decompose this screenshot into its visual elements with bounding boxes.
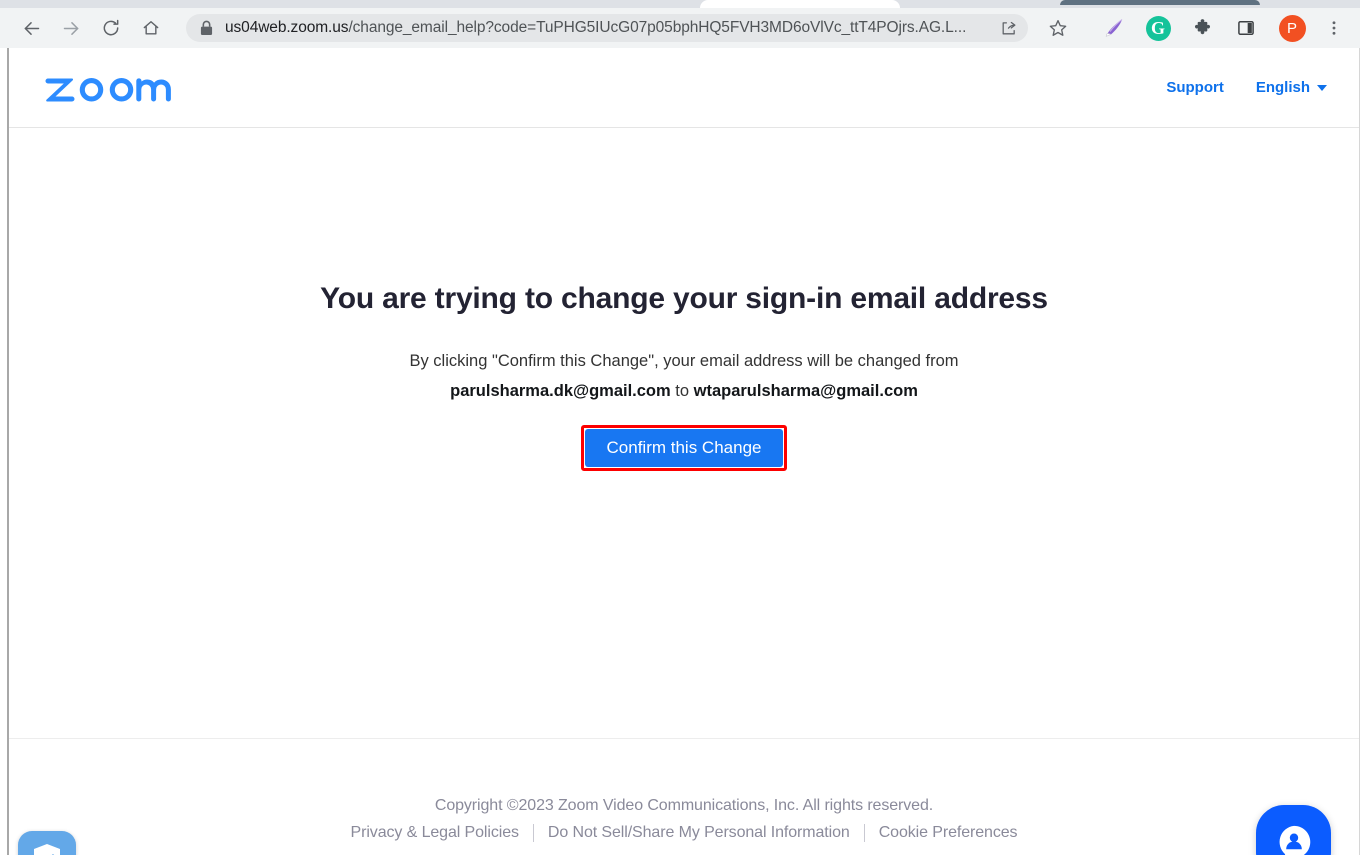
new-email: wtaparulsharma@gmail.com <box>693 382 918 400</box>
extensions-puzzle-icon[interactable] <box>1186 12 1218 44</box>
support-link[interactable]: Support <box>1166 79 1224 96</box>
url-text: us04web.zoom.us/change_email_help?code=T… <box>225 14 988 42</box>
cookie-preferences-link[interactable]: Cookie Preferences <box>865 824 1032 842</box>
chrome-menu-icon[interactable] <box>1318 12 1350 44</box>
confirmation-description: By clicking "Confirm this Change", your … <box>9 346 1359 406</box>
language-label: English <box>1255 79 1310 96</box>
url-path: /change_email_help?code=TuPHG5IUcG07p05b… <box>348 19 967 36</box>
reload-icon[interactable] <box>94 11 128 45</box>
forward-icon[interactable] <box>54 11 88 45</box>
address-bar[interactable]: us04web.zoom.us/change_email_help?code=T… <box>186 14 1028 42</box>
tab-strip <box>0 0 1360 8</box>
email-connector: to <box>670 382 694 400</box>
highlight-box: Confirm this Change <box>580 425 788 471</box>
old-email: parulsharma.dk@gmail.com <box>450 382 671 400</box>
footer-links: Privacy & Legal Policies Do Not Sell/Sha… <box>9 824 1359 842</box>
confirm-button-area: Confirm this Change <box>9 425 1359 471</box>
description-line-1: By clicking "Confirm this Change", your … <box>409 352 959 370</box>
pen-extension-icon[interactable] <box>1098 12 1130 44</box>
confirm-this-change-button[interactable]: Confirm this Change <box>584 429 784 467</box>
profile-avatar-icon[interactable]: P <box>1276 12 1308 44</box>
side-panel-icon[interactable] <box>1230 12 1262 44</box>
grammarly-letter: G <box>1145 15 1171 41</box>
description-line-2: parulsharma.dk@gmail.com to wtaparulshar… <box>9 376 1359 406</box>
active-tab[interactable] <box>700 0 900 8</box>
avatar-initial: P <box>1278 14 1306 42</box>
background-tab[interactable] <box>1060 0 1260 5</box>
page-viewport: Support English You are trying to change… <box>0 48 1360 855</box>
do-not-sell-info-link[interactable]: Do Not Sell/Share My Personal Informatio… <box>534 824 864 842</box>
bookmark-star-icon[interactable] <box>1042 12 1074 44</box>
zoom-logo[interactable] <box>43 69 193 107</box>
header-nav: Support English <box>1166 79 1327 96</box>
grammarly-extension-icon[interactable]: G <box>1142 12 1174 44</box>
url-host: us04web.zoom.us <box>225 19 349 36</box>
browser-toolbar: us04web.zoom.us/change_email_help?code=T… <box>0 8 1360 48</box>
main-content: You are trying to change your sign-in em… <box>9 129 1359 738</box>
site-header: Support English <box>9 48 1359 128</box>
page-title: You are trying to change your sign-in em… <box>320 282 1048 315</box>
browser-window: us04web.zoom.us/change_email_help?code=T… <box>0 0 1360 855</box>
back-icon[interactable] <box>14 11 48 45</box>
home-icon[interactable] <box>134 11 168 45</box>
copyright-text: Copyright ©2023 Zoom Video Communication… <box>434 797 934 814</box>
language-selector[interactable]: English <box>1256 79 1327 96</box>
padlock-icon <box>200 20 213 36</box>
support-chat-widget[interactable] <box>1256 805 1331 855</box>
chevron-down-icon <box>1317 84 1327 91</box>
share-icon[interactable] <box>994 15 1022 41</box>
privacy-legal-policies-link[interactable]: Privacy & Legal Policies <box>337 824 533 842</box>
site-footer: Copyright ©2023 Zoom Video Communication… <box>9 738 1359 855</box>
security-shield-widget[interactable] <box>18 831 76 855</box>
